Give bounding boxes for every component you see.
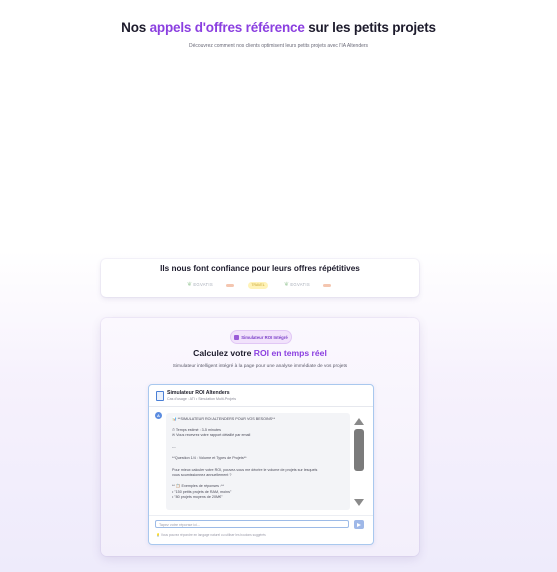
simulator-badge: Simulateur ROI Intégré	[230, 330, 292, 344]
leaf-icon: ❦	[187, 282, 193, 288]
assistant-avatar: A	[155, 412, 162, 419]
client-logo: ❦ EGVATIS	[187, 282, 213, 288]
roi-subtitle: Simulateur intelligent intégré à la page…	[172, 364, 348, 369]
assistant-message: 📊 **SIMULATEUR ROI ALTENDERS POUR VOS BE…	[166, 413, 350, 510]
title-text-1: Nos	[121, 20, 150, 35]
client-logo: ❦ EGVATIS	[284, 282, 310, 288]
message-line: **Question 1/4 : Volume et Types de Proj…	[172, 456, 247, 460]
chat-hint: 💡 Vous pouvez répondre en langage nature…	[156, 533, 266, 537]
client-logo: TRAVEL	[248, 282, 268, 289]
message-line: Pour mieux calculer votre ROI, pouvez-vo…	[172, 468, 318, 472]
send-button[interactable]	[354, 520, 364, 529]
chat-widget: Simulateur ROI Altenders Cas d'usage : A…	[148, 384, 374, 545]
chat-input-row: Tapez votre réponse ici... 💡 Vous pouvez…	[149, 515, 373, 545]
chat-title: Simulateur ROI Altenders	[167, 390, 230, 396]
roi-title: Calculez votre ROI en temps réel	[193, 348, 327, 358]
scrollbar-thumb[interactable]	[354, 429, 364, 471]
message-line: vous soumissionnez annuellement ?	[172, 473, 232, 477]
roi-section: Simulateur ROI Intégré Calculez votre RO…	[101, 318, 419, 556]
page-subtitle: Découvrez comment nos clients optimisent…	[188, 43, 369, 49]
chat-header: Simulateur ROI Altenders Cas d'usage : A…	[149, 385, 373, 407]
message-line: • "150 petits projets de RAM, moins"	[172, 490, 232, 494]
scroll-down-arrow-icon[interactable]	[354, 499, 364, 506]
message-line: • "80 projets moyens de 20M€"	[172, 495, 223, 499]
message-line: ⏱ Temps estimé : 3-5 minutes	[172, 428, 221, 432]
client-logo-mark	[226, 284, 234, 287]
page-title: Nos appels d'offres référence sur les pe…	[0, 20, 557, 35]
chat-subtitle: Cas d'usage : ATI • Simulation Multi-Pro…	[167, 397, 236, 401]
message-line: ** 📋 Exemples de réponses :**	[172, 484, 224, 488]
document-icon	[156, 391, 164, 401]
calculator-icon	[234, 334, 240, 340]
message-line: ---	[172, 445, 176, 449]
leaf-icon: ❦	[284, 282, 290, 288]
title-accent: appels d'offres référence	[149, 20, 305, 35]
message-line: 📊 **SIMULATEUR ROI ALTENDERS POUR VOS BE…	[172, 417, 276, 421]
title-text-2: sur les petits projets	[304, 20, 436, 35]
scroll-up-arrow-icon[interactable]	[354, 418, 364, 425]
trust-title: Ils nous font confiance pour leurs offre…	[160, 264, 360, 273]
trust-card: Ils nous font confiance pour leurs offre…	[101, 259, 419, 297]
client-logo-mark	[323, 284, 331, 287]
send-icon	[357, 522, 361, 527]
client-logos: ❦ EGVATIS TRAVEL ❦ EGVATIS	[0, 281, 557, 291]
message-line: ✉ Vous recevrez votre rapport détaillé p…	[172, 433, 251, 437]
chat-input[interactable]: Tapez votre réponse ici...	[155, 520, 349, 528]
